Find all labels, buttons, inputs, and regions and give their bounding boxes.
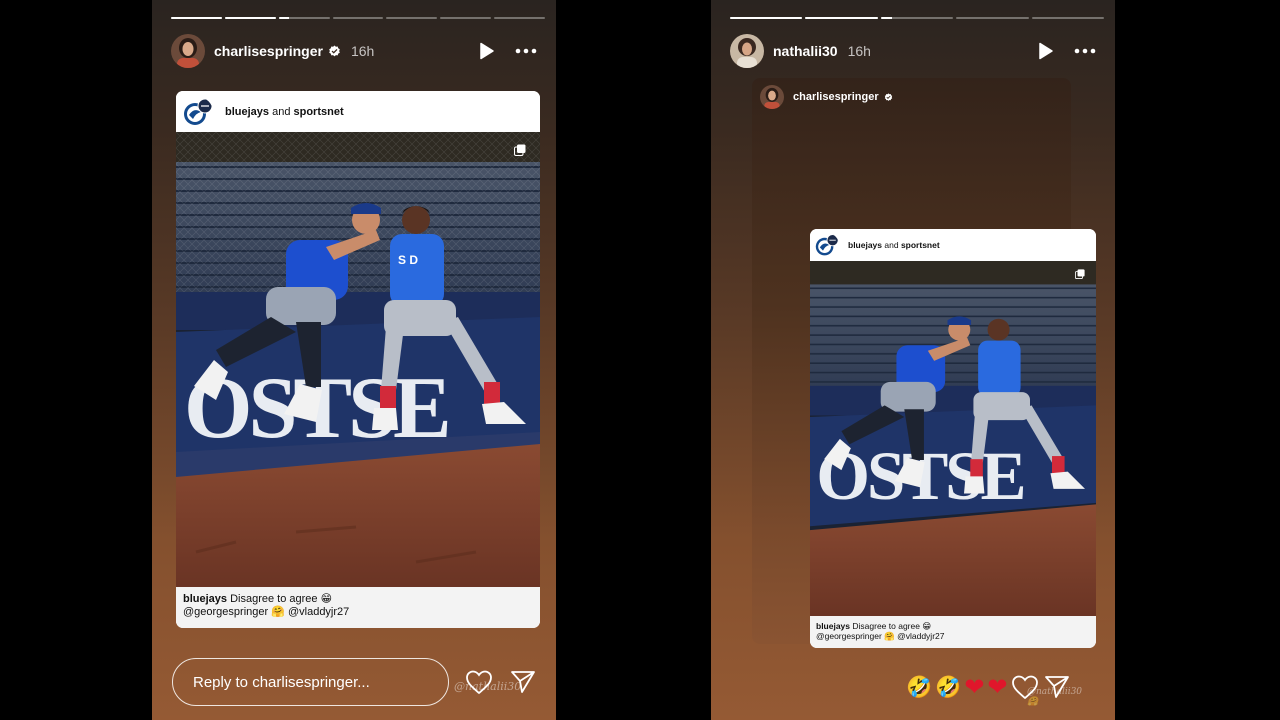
progress-segment [278,17,330,19]
verified-badge-icon [884,92,892,101]
shared-post-card[interactable]: bluejays and sportsnet [810,229,1096,648]
username[interactable]: charlisespringer [214,43,323,59]
user-avatar[interactable] [730,34,764,68]
progress-segment [332,17,384,19]
progress-segment [730,17,803,19]
carousel-icon [1075,269,1085,279]
progress-segment [386,17,438,19]
reshared-story[interactable]: charlisespringer bluejays and sportsnet … [752,78,1096,707]
shared-post-card[interactable]: bluejays and sportsnet [176,91,540,628]
verified-badge-icon [329,45,340,56]
reply-input[interactable] [172,658,449,706]
carousel-icon [514,144,526,156]
heart-icon[interactable] [465,669,493,695]
progress-segment [494,17,546,19]
heart-icon[interactable] [1011,674,1039,700]
quick-reactions: 🤣 🤣 ❤ ❤ [906,673,1075,701]
user-avatar[interactable] [171,34,205,68]
bluejays-logo [815,233,839,257]
progress-segment [805,17,878,19]
story-header: nathalii30 16h [730,34,1097,68]
reaction-laugh-2[interactable]: 🤣 [935,673,961,701]
svg-text:S D: S D [398,253,418,267]
baseball-players-photo: OSTSE S D [176,132,540,587]
more-icon[interactable] [514,41,538,61]
baseball-players-photo: OSTSE [810,261,1096,616]
reaction-laugh-1[interactable]: 🤣 [906,673,932,701]
post-card-header: bluejays and sportsnet [810,229,1096,261]
reaction-heart-2[interactable]: ❤ [987,673,1007,701]
reshared-story-header: charlisespringer [760,85,893,109]
progress-segment [1031,17,1105,19]
send-icon[interactable] [509,669,537,695]
story-progress-bar [730,17,1105,19]
post-caption: bluejays Disagree to agree 😁 @georgespri… [176,587,540,628]
post-photo: OSTSE [810,261,1096,616]
story-progress-bar [171,17,546,19]
post-time: 16h [350,43,375,59]
progress-segment [440,17,492,19]
progress-segment [880,17,954,19]
post-photo: OSTSE S D [176,132,540,587]
reshared-username: charlisespringer [793,91,879,103]
post-caption: bluejays Disagree to agree 😁 @georgespri… [810,616,1096,648]
send-icon[interactable] [1043,674,1071,700]
bluejays-logo [183,96,213,127]
more-icon[interactable] [1073,41,1097,61]
post-card-header: bluejays and sportsnet [176,91,540,132]
post-accounts: bluejays and sportsnet [225,105,344,118]
story-viewer-left: charlisespringer 16h bluejays and sports… [152,0,556,720]
progress-segment [224,17,276,19]
play-icon[interactable] [476,41,496,61]
progress-segment [171,17,222,19]
reshared-user-avatar [760,85,784,109]
play-icon[interactable] [1035,41,1055,61]
post-accounts: bluejays and sportsnet [848,240,940,250]
reaction-heart-1[interactable]: ❤ [964,673,984,701]
post-time: 16h [847,43,871,59]
story-viewer-right: nathalii30 16h charlisespringer bluejays… [711,0,1115,720]
username[interactable]: nathalii30 [773,43,838,59]
story-header: charlisespringer 16h [171,34,538,68]
progress-segment [956,17,1029,19]
